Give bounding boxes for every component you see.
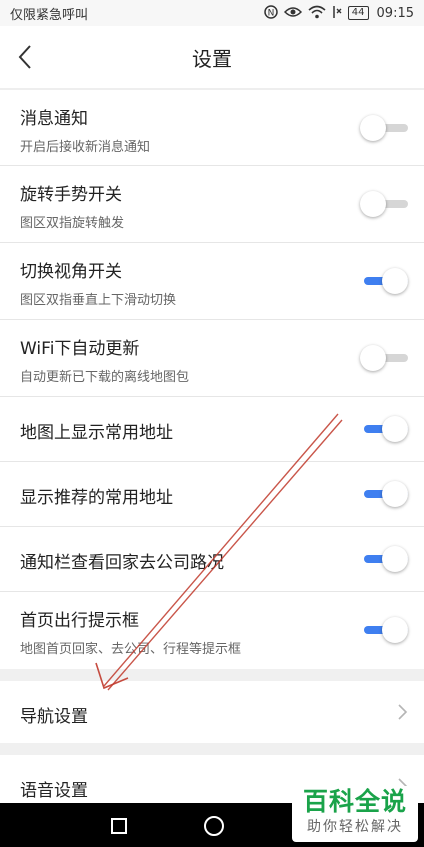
setting-row-commute-traffic[interactable]: 通知栏查看回家去公司路况 — [0, 527, 424, 592]
settings-list: 消息通知 开启后接收新消息通知 旋转手势开关 图区双指旋转触发 切换视角开关 图… — [0, 90, 424, 817]
wifi-update-toggle[interactable] — [360, 344, 408, 372]
page-title: 设置 — [192, 46, 232, 71]
home-icon[interactable] — [204, 816, 224, 836]
setting-title: 通知栏查看回家去公司路况 — [20, 553, 224, 573]
back-button[interactable] — [14, 43, 38, 71]
page-header: 设置 — [0, 26, 424, 88]
link-title: 导航设置 — [20, 707, 88, 727]
setting-title: 切换视角开关 — [20, 262, 122, 282]
nfc-icon: N — [264, 4, 278, 22]
setting-subtitle: 自动更新已下载的离线地图包 — [20, 370, 190, 385]
chevron-right-icon — [396, 702, 408, 722]
setting-row-wifi-update[interactable]: WiFi下自动更新 自动更新已下载的离线地图包 — [0, 320, 424, 397]
setting-row-show-common-address[interactable]: 地图上显示常用地址 — [0, 397, 424, 462]
commute-traffic-toggle[interactable] — [360, 545, 408, 573]
setting-subtitle: 开启后接收新消息通知 — [20, 140, 151, 155]
setting-subtitle: 图区双指垂直上下滑动切换 — [20, 293, 177, 308]
section-gap — [0, 669, 424, 681]
setting-title: 旋转手势开关 — [20, 185, 122, 205]
no-sim-icon — [332, 5, 342, 22]
setting-subtitle: 图区双指旋转触发 — [20, 216, 125, 231]
setting-title: 消息通知 — [20, 109, 88, 129]
link-row-navigation-settings[interactable]: 导航设置 — [0, 681, 424, 743]
recommended-address-toggle[interactable] — [360, 480, 408, 508]
setting-title: WiFi下自动更新 — [20, 339, 140, 359]
setting-row-home-tip[interactable]: 首页出行提示框 地图首页回家、去公司、行程等提示框 — [0, 592, 424, 669]
carrier-text: 仅限紧急呼叫 — [10, 7, 89, 23]
status-bar: 仅限紧急呼叫 N 44 09:15 — [0, 0, 424, 26]
recents-icon[interactable] — [111, 818, 127, 834]
setting-row-recommended-address[interactable]: 显示推荐的常用地址 — [0, 462, 424, 527]
watermark-title: 百科全说 — [302, 787, 407, 816]
setting-row-message-notify[interactable]: 消息通知 开启后接收新消息通知 — [0, 90, 424, 166]
eye-icon — [283, 6, 302, 21]
chevron-left-icon — [18, 45, 31, 69]
rotate-gesture-toggle[interactable] — [360, 190, 408, 218]
section-gap — [0, 743, 424, 755]
link-title: 语音设置 — [20, 781, 88, 801]
setting-title: 首页出行提示框 — [20, 611, 139, 631]
setting-row-rotate-gesture[interactable]: 旋转手势开关 图区双指旋转触发 — [0, 166, 424, 243]
setting-title: 显示推荐的常用地址 — [20, 488, 173, 508]
svg-text:N: N — [267, 8, 274, 18]
setting-row-switch-view[interactable]: 切换视角开关 图区双指垂直上下滑动切换 — [0, 243, 424, 320]
watermark: 百科全说 助你轻松解决 — [292, 786, 418, 842]
status-icons: N 44 09:15 — [264, 4, 414, 22]
switch-view-toggle[interactable] — [360, 267, 408, 295]
setting-title: 地图上显示常用地址 — [20, 423, 173, 443]
show-common-address-toggle[interactable] — [360, 415, 408, 443]
setting-subtitle: 地图首页回家、去公司、行程等提示框 — [20, 642, 242, 657]
home-tip-toggle[interactable] — [360, 616, 408, 644]
clock: 09:15 — [376, 5, 414, 21]
battery-indicator: 44 — [347, 6, 369, 20]
wifi-icon — [308, 5, 326, 22]
message-notify-toggle[interactable] — [360, 114, 408, 142]
watermark-subtitle: 助你轻松解决 — [307, 819, 403, 835]
